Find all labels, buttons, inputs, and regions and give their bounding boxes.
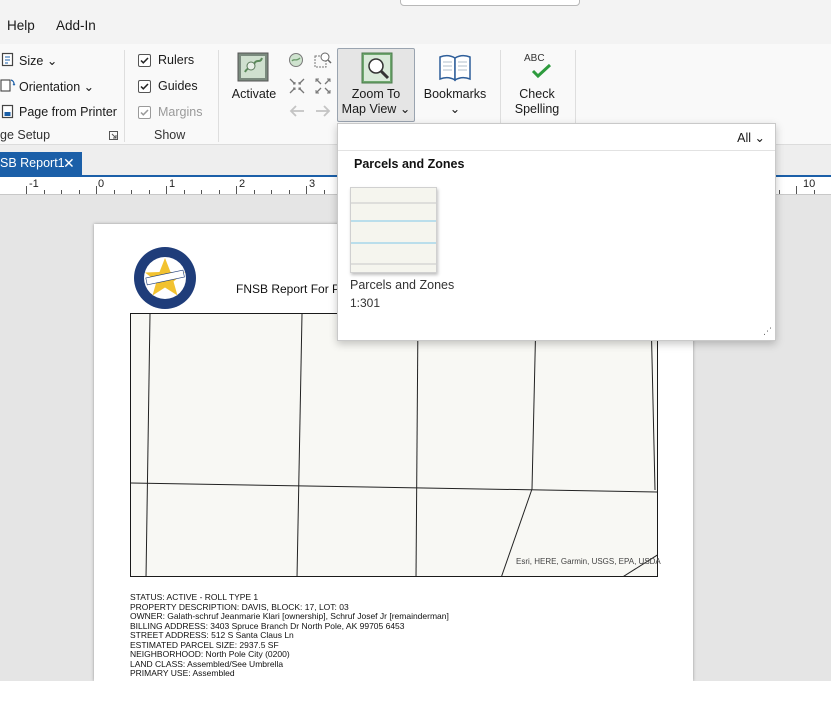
map-frame[interactable] — [130, 313, 658, 577]
ribbon-separator — [218, 50, 219, 142]
previous-extent-icon[interactable] — [288, 103, 306, 119]
bookmark-gallery-dropdown: All ⌄ Parcels and Zones Parcels and Zone… — [337, 123, 776, 341]
fixed-zoom-in-icon[interactable] — [288, 77, 306, 95]
bookmarks-button[interactable]: Bookmarks ⌄ — [420, 87, 490, 117]
ruler-tick — [131, 190, 132, 194]
page-from-printer-button[interactable]: Page from Printer — [19, 105, 117, 119]
ruler-label: -1 — [29, 178, 39, 190]
ruler-tick — [183, 190, 185, 194]
chevron-down-icon: ⌄ — [754, 131, 765, 145]
orientation-icon — [0, 77, 16, 93]
ruler-tick — [796, 186, 797, 194]
ruler-tick — [778, 190, 780, 194]
search-box[interactable] — [400, 0, 580, 6]
menu-help[interactable]: Help — [7, 18, 35, 33]
ruler-tick — [166, 186, 167, 194]
document-tab-label: SB Report1 — [0, 156, 65, 170]
rulers-label: Rulers — [158, 53, 195, 67]
size-button[interactable]: Size ⌄ — [19, 53, 57, 68]
bottom-area — [0, 681, 831, 712]
ruler-tick — [813, 190, 815, 194]
chevron-down-icon: ⌄ — [83, 80, 95, 94]
spelling-check-icon — [528, 63, 554, 79]
ribbon-separator — [575, 50, 576, 124]
title-menu-strip — [0, 0, 831, 44]
ruler-tick — [253, 190, 255, 194]
activate-map-icon[interactable] — [237, 52, 269, 82]
ruler-label: 2 — [239, 178, 246, 190]
bookmark-thumbnail[interactable] — [350, 187, 437, 273]
ruler-tick — [61, 190, 62, 194]
bookmark-filter-dropdown[interactable]: All ⌄ — [737, 130, 765, 145]
gallery-divider — [338, 150, 775, 151]
dialog-launcher-icon[interactable] — [109, 129, 118, 140]
ruler-label: 1 — [169, 178, 176, 190]
ruler-tick — [288, 190, 290, 194]
ruler-label: 0 — [98, 178, 105, 190]
activate-button[interactable]: Activate — [227, 87, 281, 102]
ruler-tick — [306, 186, 307, 194]
page-from-printer-icon — [1, 104, 15, 119]
ruler-tick — [43, 190, 45, 194]
next-extent-icon[interactable] — [314, 103, 332, 119]
bookmark-group-heading: Parcels and Zones — [354, 157, 465, 171]
zoom-to-map-view-icon — [361, 52, 393, 84]
menu-add-in[interactable]: Add-In — [56, 18, 96, 33]
page-setup-group-label: ge Setup — [0, 128, 51, 142]
guides-label: Guides — [158, 79, 198, 93]
ruler-tick — [26, 186, 27, 194]
ruler-tick — [148, 190, 150, 194]
ruler-tick — [323, 190, 325, 194]
show-group-label: Show — [154, 128, 186, 142]
margins-checkbox[interactable] — [138, 106, 151, 119]
fnsb-logo — [133, 246, 197, 310]
ruler-tick — [236, 186, 237, 194]
document-tab[interactable]: SB Report1 ✕ — [0, 152, 82, 175]
ribbon-separator — [500, 50, 501, 124]
page-size-icon — [1, 52, 15, 67]
ruler-tick — [218, 190, 220, 194]
ruler-tick — [96, 186, 97, 194]
info-primary-use: PRIMARY USE: Assembled — [130, 668, 235, 678]
bookmarks-book-icon — [438, 52, 472, 82]
ruler-tick — [271, 190, 272, 194]
chevron-down-icon: ⌄ — [46, 54, 58, 68]
close-icon[interactable]: ✕ — [63, 155, 75, 172]
fixed-zoom-out-icon[interactable] — [314, 77, 332, 95]
check-spelling-button[interactable]: Check Spelling — [508, 87, 566, 117]
ruler-label: 3 — [309, 178, 316, 190]
chevron-down-icon: ⌄ — [449, 102, 461, 116]
map-attribution: Esri, HERE, Garmin, USGS, EPA, USDA — [516, 557, 661, 566]
guides-checkbox[interactable] — [138, 80, 151, 93]
parcel-lines — [131, 314, 657, 576]
ruler-label: 10 — [803, 178, 816, 190]
resize-grip-icon[interactable]: ⋰ — [763, 326, 772, 337]
margins-label: Margins — [158, 105, 203, 119]
full-extent-icon[interactable] — [288, 52, 304, 68]
ruler-tick — [201, 190, 202, 194]
zoom-to-selection-icon[interactable] — [314, 51, 332, 68]
bookmark-item-name[interactable]: Parcels and Zones — [350, 278, 454, 292]
ruler-tick — [78, 190, 80, 194]
ruler-tick — [113, 190, 115, 194]
orientation-button[interactable]: Orientation ⌄ — [19, 79, 94, 94]
rulers-checkbox[interactable] — [138, 54, 151, 67]
zoom-to-map-view-label: Zoom To Map View ⌄ — [341, 87, 411, 116]
report-title[interactable]: FNSB Report For P — [236, 282, 340, 296]
ribbon-separator — [124, 50, 125, 142]
chevron-down-icon: ⌄ — [399, 102, 411, 116]
bookmark-item-scale: 1:301 — [350, 296, 381, 310]
